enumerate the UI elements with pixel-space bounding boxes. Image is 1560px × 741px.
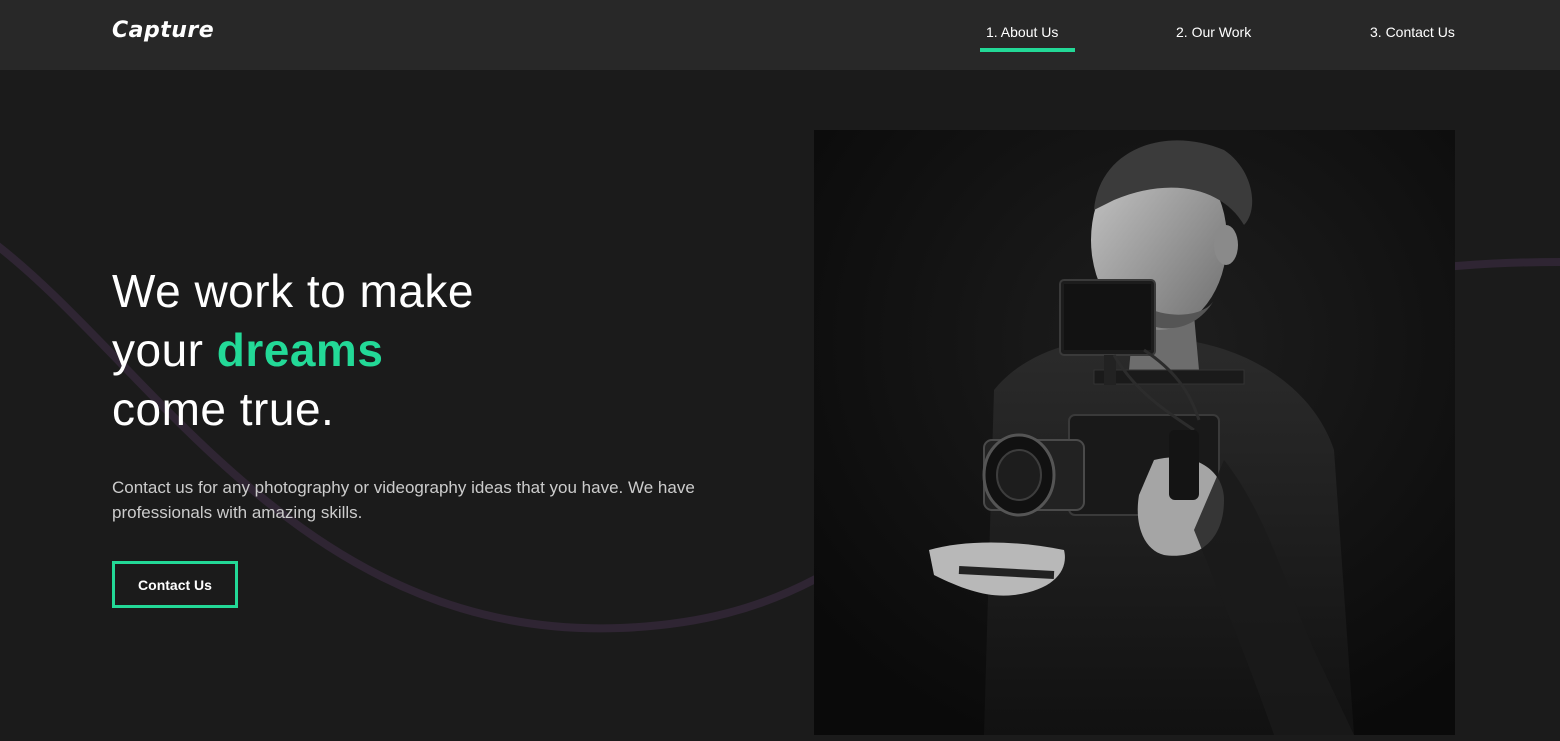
landing-page: Capture 1. About Us 2. Our Work 3. Conta…	[0, 0, 1560, 741]
hero-title: We work to make your dreams come true.	[112, 262, 474, 439]
active-nav-indicator	[980, 48, 1075, 52]
photographer-with-camera-icon	[814, 130, 1455, 735]
hero-description: Contact us for any photography or videog…	[112, 478, 695, 522]
contact-us-button[interactable]: Contact Us	[112, 561, 238, 608]
nav-item-about-us[interactable]: 1. About Us	[986, 24, 1058, 40]
navbar: Capture 1. About Us 2. Our Work 3. Conta…	[0, 0, 1560, 70]
nav-item-our-work[interactable]: 2. Our Work	[1176, 24, 1251, 40]
nav-item-contact-us[interactable]: 3. Contact Us	[1370, 24, 1455, 40]
hero-title-prefix: your	[112, 324, 204, 376]
hero-image	[814, 130, 1455, 735]
hero-title-line-2: your dreams	[112, 321, 474, 380]
logo[interactable]: Capture	[112, 18, 214, 43]
hero-title-line-3: come true.	[112, 383, 335, 435]
hero-title-line-1: We work to make	[112, 265, 474, 317]
hero-title-accent: dreams	[216, 324, 384, 376]
